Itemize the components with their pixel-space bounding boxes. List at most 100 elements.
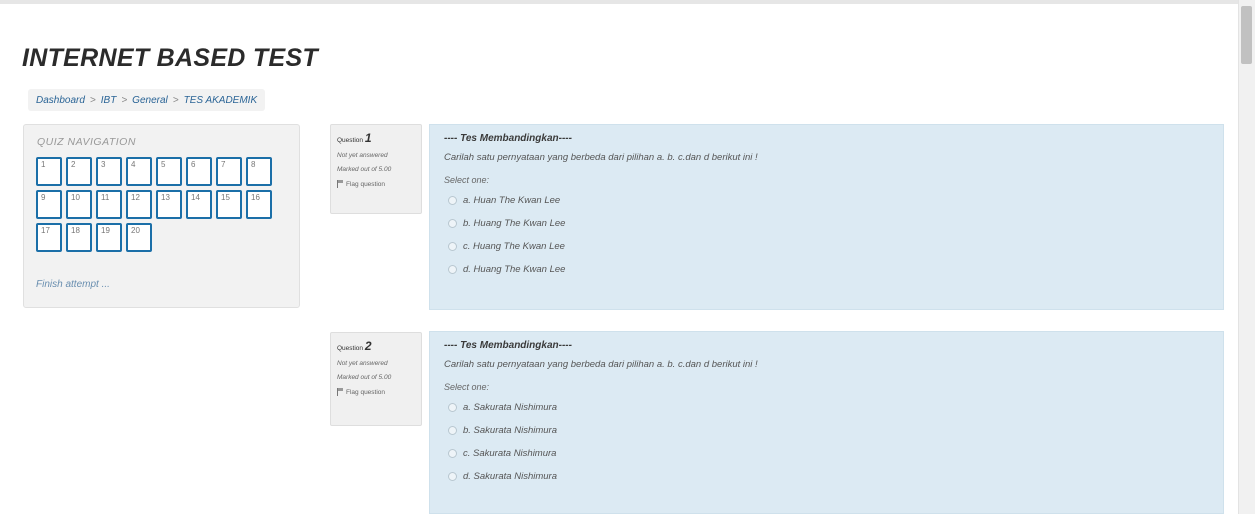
breadcrumb-item-tes-akademik[interactable]: TES AKADEMIK (184, 95, 258, 106)
answer-option-d[interactable]: d. Sakurata Nishimura (444, 465, 1209, 488)
question-label: Question (337, 345, 364, 352)
quiz-nav-button-3[interactable]: 3 (96, 157, 122, 186)
radio-button[interactable] (448, 426, 457, 435)
answer-options: a. Huan The Kwan Lee b. Huang The Kwan L… (444, 189, 1209, 281)
answer-option-d[interactable]: d. Huang The Kwan Lee (444, 258, 1209, 281)
flag-question-label: Flag question (346, 180, 386, 188)
question-info-1: Question 1 Not yet answered Marked out o… (330, 124, 422, 214)
answer-label: b. Sakurata Nishimura (463, 425, 557, 436)
answer-option-b[interactable]: b. Sakurata Nishimura (444, 419, 1209, 442)
quiz-navigation-title: QUIZ NAVIGATION (37, 136, 136, 148)
flag-icon (337, 180, 343, 188)
quiz-nav-button-13[interactable]: 13 (156, 190, 182, 219)
radio-button[interactable] (448, 472, 457, 481)
question-number: Question 1 (337, 131, 415, 145)
quiz-nav-button-14[interactable]: 14 (186, 190, 212, 219)
quiz-nav-number: 7 (221, 160, 226, 169)
radio-button[interactable] (448, 403, 457, 412)
select-one-label: Select one: (444, 175, 490, 185)
question-text: Carilah satu pernyataan yang berbeda dar… (444, 152, 758, 163)
question-number: Question 2 (337, 339, 415, 353)
quiz-nav-number: 19 (101, 226, 110, 235)
quiz-nav-number: 5 (161, 160, 166, 169)
quiz-nav-button-16[interactable]: 16 (246, 190, 272, 219)
radio-button[interactable] (448, 242, 457, 251)
question-content-2: ---- Tes Membandingkan---- Carilah satu … (429, 331, 1224, 514)
question-state: Not yet answered (337, 360, 388, 367)
quiz-nav-button-2[interactable]: 2 (66, 157, 92, 186)
question-content-1: ---- Tes Membandingkan---- Carilah satu … (429, 124, 1224, 310)
answer-label: d. Huang The Kwan Lee (463, 264, 566, 275)
breadcrumb-separator: > (172, 94, 179, 106)
radio-button[interactable] (448, 449, 457, 458)
answer-option-c[interactable]: c. Sakurata Nishimura (444, 442, 1209, 465)
quiz-navigation-grid: 1 2 3 4 5 6 7 8 9 10 11 12 13 14 15 16 1… (36, 157, 286, 252)
quiz-nav-number: 10 (71, 193, 80, 202)
quiz-nav-number: 12 (131, 193, 140, 202)
question-title: ---- Tes Membandingkan---- (444, 133, 572, 144)
breadcrumb-item-general[interactable]: General (132, 95, 168, 106)
quiz-nav-button-11[interactable]: 11 (96, 190, 122, 219)
quiz-nav-button-7[interactable]: 7 (216, 157, 242, 186)
quiz-nav-number: 18 (71, 226, 80, 235)
quiz-nav-button-9[interactable]: 9 (36, 190, 62, 219)
quiz-nav-button-10[interactable]: 10 (66, 190, 92, 219)
question-state: Not yet answered (337, 152, 388, 159)
quiz-nav-number: 2 (71, 160, 76, 169)
quiz-nav-number: 4 (131, 160, 136, 169)
answer-option-b[interactable]: b. Huang The Kwan Lee (444, 212, 1209, 235)
radio-button[interactable] (448, 219, 457, 228)
radio-button[interactable] (448, 196, 457, 205)
answer-label: a. Sakurata Nishimura (463, 402, 557, 413)
flag-question-toggle[interactable]: Flag question (337, 388, 415, 396)
quiz-nav-button-1[interactable]: 1 (36, 157, 62, 186)
quiz-nav-number: 13 (161, 193, 170, 202)
quiz-nav-button-18[interactable]: 18 (66, 223, 92, 252)
quiz-navigation-panel: QUIZ NAVIGATION 1 2 3 4 5 6 7 8 9 10 11 … (23, 124, 300, 308)
top-border (0, 0, 1238, 4)
answer-option-a[interactable]: a. Sakurata Nishimura (444, 396, 1209, 419)
quiz-nav-number: 11 (101, 193, 110, 202)
quiz-nav-button-19[interactable]: 19 (96, 223, 122, 252)
radio-button[interactable] (448, 265, 457, 274)
quiz-nav-button-15[interactable]: 15 (216, 190, 242, 219)
quiz-nav-number: 14 (191, 193, 200, 202)
quiz-nav-button-20[interactable]: 20 (126, 223, 152, 252)
quiz-nav-number: 9 (41, 193, 46, 202)
quiz-nav-button-8[interactable]: 8 (246, 157, 272, 186)
quiz-nav-button-4[interactable]: 4 (126, 157, 152, 186)
question-label: Question (337, 137, 364, 144)
quiz-nav-number: 20 (131, 226, 140, 235)
question-title: ---- Tes Membandingkan---- (444, 340, 572, 351)
quiz-nav-number: 16 (251, 193, 260, 202)
breadcrumb: Dashboard > IBT > General > TES AKADEMIK (28, 89, 266, 111)
quiz-nav-number: 3 (101, 160, 106, 169)
answer-option-c[interactable]: c. Huang The Kwan Lee (444, 235, 1209, 258)
answer-label: a. Huan The Kwan Lee (463, 195, 561, 206)
quiz-nav-number: 1 (41, 160, 46, 169)
question-number-value: 2 (364, 339, 372, 353)
quiz-nav-number: 15 (221, 193, 230, 202)
scrollbar-thumb[interactable] (1241, 6, 1252, 64)
answer-options: a. Sakurata Nishimura b. Sakurata Nishim… (444, 396, 1209, 488)
flag-icon (337, 388, 343, 396)
flag-question-toggle[interactable]: Flag question (337, 180, 415, 188)
breadcrumb-separator: > (121, 94, 128, 106)
quiz-nav-button-5[interactable]: 5 (156, 157, 182, 186)
page-title: INTERNET BASED TEST (22, 44, 318, 72)
answer-label: d. Sakurata Nishimura (463, 471, 557, 482)
quiz-nav-button-6[interactable]: 6 (186, 157, 212, 186)
answer-label: b. Huang The Kwan Lee (463, 218, 566, 229)
breadcrumb-item-dashboard[interactable]: Dashboard (36, 95, 85, 106)
quiz-nav-number: 8 (251, 160, 256, 169)
question-grade: Marked out of 5.00 (337, 166, 392, 173)
quiz-nav-button-12[interactable]: 12 (126, 190, 152, 219)
finish-attempt-link[interactable]: Finish attempt ... (36, 279, 110, 290)
answer-option-a[interactable]: a. Huan The Kwan Lee (444, 189, 1209, 212)
vertical-scrollbar[interactable] (1238, 0, 1255, 514)
flag-question-label: Flag question (346, 388, 386, 396)
quiz-nav-button-17[interactable]: 17 (36, 223, 62, 252)
question-text: Carilah satu pernyataan yang berbeda dar… (444, 359, 758, 370)
question-grade: Marked out of 5.00 (337, 374, 392, 381)
breadcrumb-item-ibt[interactable]: IBT (101, 95, 117, 106)
